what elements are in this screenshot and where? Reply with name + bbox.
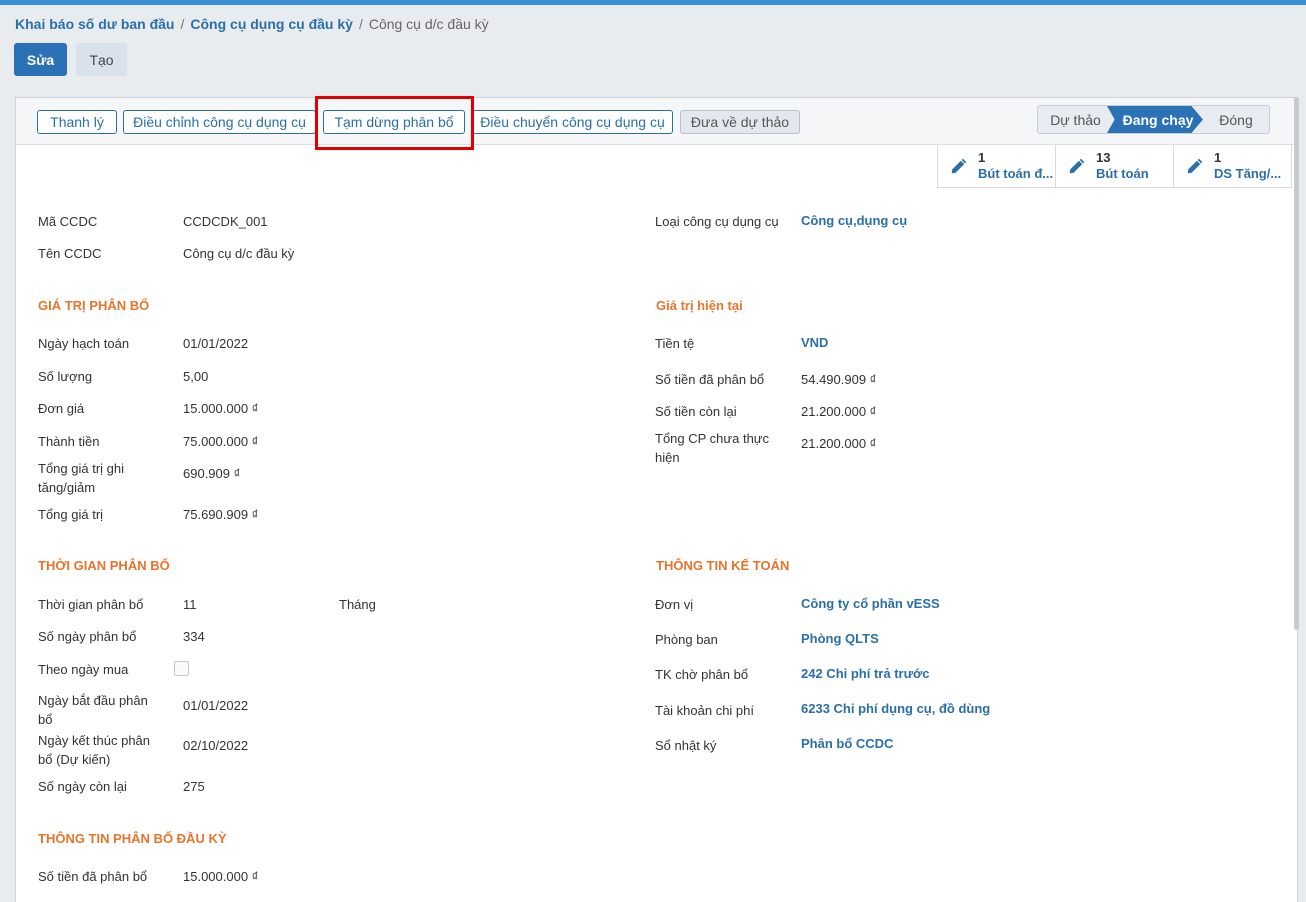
top-accent-bar (0, 0, 1306, 5)
period-unit: Tháng (339, 597, 376, 612)
create-button[interactable]: Tạo (76, 43, 127, 76)
pencil-icon (1069, 158, 1085, 174)
opening-allocated-label: Số tiền đã phân bổ (38, 869, 148, 884)
adjust-total-label: Tổng giá trị ghi tăng/giảm (38, 461, 124, 495)
prepaid-account-value[interactable]: 242 Chi phí trả trước (801, 664, 929, 683)
breadcrumb: Khai báo số dư ban đầu / Công cụ dụng cụ đ… (15, 16, 489, 32)
section-accounting-info: THÔNG TIN KẾ TOÁN (656, 558, 790, 573)
company-value[interactable]: Công ty cổ phần vESS (801, 594, 940, 613)
smart-button-increase-list[interactable]: 1 DS Tăng/... (1173, 145, 1292, 188)
by-purchase-label: Theo ngày mua (38, 662, 129, 677)
days-label: Số ngày phân bổ (38, 629, 137, 644)
expense-account-label: Tài khoản chi phí (655, 703, 755, 718)
journal-label: Sổ nhật ký (655, 738, 717, 753)
total-value-label: Tổng giá trị (38, 507, 104, 522)
currency-value[interactable]: VND (801, 333, 828, 352)
breadcrumb-opening-balance[interactable]: Khai báo số dư ban đầu (15, 16, 174, 32)
quantity-value: 5,00 (183, 369, 209, 384)
breadcrumb-separator: / (358, 16, 363, 32)
total-value: 75.690.909 ₫ (183, 507, 259, 522)
section-opening-allocation: THÔNG TIN PHÂN BỔ ĐẦU KỲ (38, 831, 227, 846)
company-label: Đơn vị (655, 597, 694, 612)
days-value: 334 (183, 629, 205, 644)
quantity-label: Số lượng (38, 369, 93, 384)
expense-account-value[interactable]: 6233 Chi phí dụng cụ, đồ dùng (801, 699, 990, 718)
smart-label: Bút toán đ... (978, 166, 1054, 181)
department-value[interactable]: Phòng QLTS (801, 629, 879, 648)
name-label: Tên CCDC (38, 246, 102, 261)
adjust-tool-button[interactable]: Điều chỉnh công cụ dụng cụ (123, 110, 316, 134)
end-date-value: 02/10/2022 (183, 738, 249, 753)
remaining-value: 21.200.000 ₫ (801, 404, 877, 419)
days-left-value: 275 (183, 779, 205, 794)
start-date-value: 01/01/2022 (183, 698, 249, 713)
end-date-label: Ngày kết thúc phân bổ (Dự kiến) (38, 733, 151, 767)
smart-button-journal-entries[interactable]: 13 Bút toán (1055, 145, 1174, 188)
period-label: Thời gian phân bổ (38, 597, 144, 612)
smart-buttons: 1 Bút toán đ... 13 Bút toán 1 DS Tăng/... (937, 145, 1292, 188)
start-date-label: Ngày bắt đầu phân bổ (38, 693, 148, 727)
smart-label: Bút toán (1096, 166, 1149, 181)
pencil-icon (1187, 158, 1203, 174)
status-stages: Dự thảo Đang chạy Đóng (1037, 105, 1270, 134)
accounting-date-value: 01/01/2022 (183, 336, 249, 351)
prepaid-account-label: TK chờ phân bổ (655, 667, 749, 682)
breadcrumb-opening-tools[interactable]: Công cụ dụng cụ đầu kỳ (190, 16, 353, 32)
days-left-label: Số ngày còn lại (38, 779, 127, 794)
breadcrumb-separator: / (180, 16, 185, 32)
section-allocation-value: GIÁ TRỊ PHÂN BỔ (38, 298, 150, 313)
pencil-icon (951, 158, 967, 174)
smart-count: 1 (978, 150, 986, 165)
transfer-tool-button[interactable]: Điều chuyển công cụ dụng cụ (472, 110, 673, 134)
department-label: Phòng ban (655, 632, 718, 647)
adjust-total-value: 690.909 ₫ (183, 466, 241, 481)
smart-label: DS Tăng/... (1214, 166, 1282, 181)
unit-price-label: Đơn giá (38, 401, 85, 416)
stage-closed[interactable]: Đóng (1203, 106, 1269, 133)
currency-label: Tiền tệ (655, 336, 695, 351)
edit-button[interactable]: Sửa (14, 43, 67, 76)
remaining-label: Số tiền còn lại (655, 404, 737, 419)
stage-draft[interactable]: Dự thảo (1038, 106, 1113, 133)
amount-label: Thành tiền (38, 434, 100, 449)
smart-button-opening-entries[interactable]: 1 Bút toán đ... (937, 145, 1056, 188)
smart-count: 13 (1096, 150, 1111, 165)
smart-count: 1 (1214, 150, 1222, 165)
breadcrumb-current: Công cụ d/c đầu kỳ (368, 16, 489, 32)
unrealized-label: Tổng CP chưa thực hiện (655, 431, 769, 465)
accounting-date-label: Ngày hạch toán (38, 336, 130, 351)
name-value: Công cụ d/c đầu kỳ (183, 246, 295, 261)
unit-price-value: 15.000.000 ₫ (183, 401, 259, 416)
opening-allocated-value: 15.000.000 ₫ (183, 869, 259, 884)
allocated-value: 54.490.909 ₫ (801, 372, 877, 387)
by-purchase-checkbox[interactable] (174, 661, 189, 676)
code-value: CCDCDK_001 (183, 214, 268, 229)
section-current-value: Giá trị hiện tại (656, 298, 743, 313)
scrollbar[interactable] (1294, 97, 1299, 630)
code-label: Mã CCDC (38, 214, 98, 229)
type-label: Loại công cụ dụng cụ (655, 214, 779, 229)
period-value: 11 (183, 597, 197, 612)
section-allocation-time: THỜI GIAN PHÂN BỔ (38, 558, 170, 573)
amount-value: 75.000.000 ₫ (183, 434, 259, 449)
status-bar: Thanh lý Điều chỉnh công cụ dụng cụ Tạm … (16, 96, 1297, 150)
stage-running[interactable]: Đang chạy (1107, 106, 1203, 133)
back-to-draft-button[interactable]: Đưa về dự thảo (680, 110, 800, 134)
form-sheet: Thanh lý Điều chỉnh công cụ dụng cụ Tạm … (15, 96, 1298, 902)
journal-value[interactable]: Phân bổ CCDC (801, 734, 893, 753)
allocated-label: Số tiền đã phân bổ (655, 372, 765, 387)
unrealized-value: 21.200.000 ₫ (801, 436, 877, 451)
liquidate-button[interactable]: Thanh lý (37, 110, 117, 134)
pause-allocation-button[interactable]: Tạm dừng phân bổ (323, 110, 465, 134)
type-value[interactable]: Công cụ,dụng cụ (801, 211, 907, 230)
